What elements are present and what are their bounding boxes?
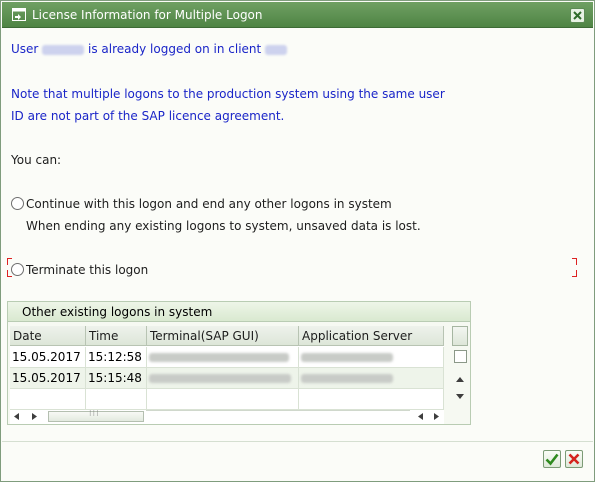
dialog-title: License Information for Multiple Logon [32,8,263,22]
column-settings-button[interactable] [452,326,468,346]
cell-date: 15.05.2017 [10,368,86,389]
cell-app-server [299,347,444,368]
license-note-line-2: ID are not part of the SAP licence agree… [11,109,285,123]
focus-corner [572,258,577,265]
scroll-up-icon[interactable] [456,376,464,382]
cell-app-server [299,368,444,389]
existing-logons-group: Other existing logons in system Date Tim… [7,301,471,425]
cell-time: 15:15:48 [86,368,147,389]
select-all-checkbox[interactable] [454,350,467,363]
user-prefix: User [11,42,39,56]
horizontal-scrollbar-left[interactable]: ⁝⁝⁝ [10,409,146,422]
focus-corner [7,258,12,265]
empty-cell [86,389,147,410]
license-note-line-1: Note that multiple logons to the product… [11,87,445,101]
group-header: Other existing logons in system [8,302,470,322]
close-icon [573,11,582,20]
scroll-left-icon[interactable] [418,413,423,420]
close-button[interactable] [570,8,585,23]
redacted-terminal [149,353,289,362]
title-bar[interactable]: License Information for Multiple Logon [2,2,593,28]
redacted-user-id [42,44,85,55]
scroll-thumb[interactable]: ⁝⁝⁝ [48,409,144,422]
scroll-right-icon[interactable] [32,413,37,420]
cell-terminal [147,347,299,368]
license-dialog: License Information for Multiple Logon U… [0,0,595,482]
empty-cell [299,389,444,410]
redacted-client-id [265,44,288,55]
column-header-date[interactable]: Date [10,326,86,346]
cancel-icon [568,453,580,465]
horizontal-scroll-track[interactable] [146,410,410,422]
cancel-button[interactable] [565,450,583,468]
redacted-server [301,374,393,383]
scroll-right-icon[interactable] [434,413,439,420]
redacted-terminal [149,374,291,383]
horizontal-scrollbar-right[interactable] [412,410,444,422]
checkmark-icon [545,453,559,466]
vertical-scrollbar[interactable] [451,326,469,410]
empty-cell [147,389,299,410]
footer-divider [2,441,593,442]
user-suffix: is already logged on in client [88,42,262,56]
column-header-app-server[interactable]: Application Server [299,326,444,346]
group-title: Other existing logons in system [22,305,213,319]
terminate-logon-radio[interactable] [11,263,24,276]
redacted-server [301,353,393,362]
continue-logon-radio[interactable] [11,197,24,210]
confirm-button[interactable] [543,450,561,468]
terminate-logon-label[interactable]: Terminate this logon [26,263,148,277]
scroll-down-icon[interactable] [456,394,464,400]
you-can-label: You can: [11,153,62,167]
column-header-time[interactable]: Time [86,326,147,346]
empty-cell [10,389,86,410]
grip-icon: ⁝⁝⁝ [89,409,100,418]
user-logged-on-message: User is already logged on in client [11,42,288,56]
cell-terminal [147,368,299,389]
window-icon [12,8,26,21]
cell-time: 15:12:58 [86,347,147,368]
continue-logon-hint: When ending any existing logons to syste… [26,219,421,233]
column-header-terminal[interactable]: Terminal(SAP GUI) [147,326,299,346]
focus-corner [572,270,577,277]
continue-logon-label[interactable]: Continue with this logon and end any oth… [26,197,392,211]
cell-date: 15.05.2017 [10,347,86,368]
scroll-left-icon[interactable] [14,413,19,420]
